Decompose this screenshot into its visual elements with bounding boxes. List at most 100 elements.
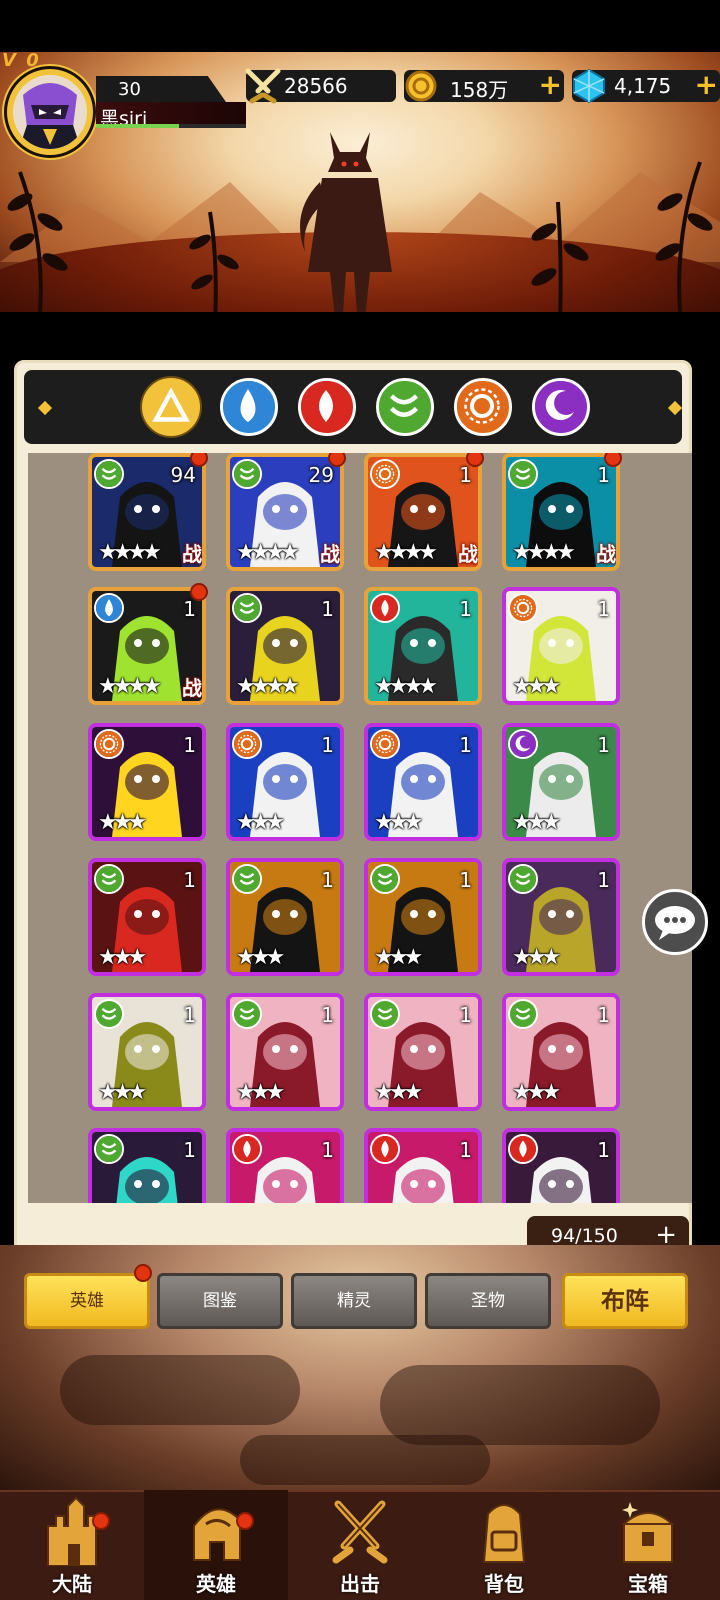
tab-2[interactable]: 精灵 xyxy=(291,1273,417,1329)
light-element-icon xyxy=(232,729,262,759)
hero-stars: ★★★★ xyxy=(98,674,162,699)
gold-coin-icon xyxy=(405,70,437,102)
fire-element-icon xyxy=(370,1134,400,1164)
hero-level: 1 xyxy=(459,868,472,892)
hero-stars: ★★★ xyxy=(512,945,561,970)
light-element-icon xyxy=(508,593,538,623)
hero-stars: ★★★★ xyxy=(374,674,438,699)
backpack-icon xyxy=(474,1496,534,1566)
hero-card[interactable]: 1 ★★★ xyxy=(364,993,482,1111)
hero-card[interactable]: 1 xyxy=(226,1128,344,1203)
water-element-icon xyxy=(94,593,124,623)
tab-0[interactable]: 英雄 xyxy=(24,1273,150,1329)
hero-card[interactable]: 29 ★★★★ 战 xyxy=(226,453,344,571)
gold-display: 158万 + xyxy=(404,69,564,102)
banner-bottom-band xyxy=(0,312,720,360)
moon-icon xyxy=(535,381,587,435)
light-element-icon xyxy=(370,459,400,489)
hero-card[interactable]: 1 xyxy=(88,1128,206,1203)
hero-stars: ★★★★ xyxy=(236,540,300,565)
rock-shadow xyxy=(60,1355,300,1425)
nav-item-2[interactable]: 出击 xyxy=(288,1490,432,1600)
hero-card[interactable]: 1 ★★★★ 战 xyxy=(502,453,620,571)
gem-value: 4,175 xyxy=(614,74,672,98)
wind-element-icon xyxy=(370,864,400,894)
element-filter-water[interactable] xyxy=(220,378,278,436)
nav-item-3[interactable]: 背包 xyxy=(432,1490,576,1600)
hero-stars: ★★★ xyxy=(236,1080,285,1105)
hero-level: 1 xyxy=(321,1138,334,1162)
tab-1[interactable]: 图鉴 xyxy=(157,1273,283,1329)
hero-card[interactable]: 1 ★★★★ xyxy=(364,587,482,705)
nav-item-0[interactable]: 大陆 xyxy=(0,1490,144,1600)
hero-level: 1 xyxy=(321,1003,334,1027)
hero-level: 1 xyxy=(597,868,610,892)
hero-card[interactable]: 1 ★★★ xyxy=(502,723,620,841)
hero-card[interactable]: 1 ★★★ xyxy=(226,993,344,1111)
crossed-swords-icon xyxy=(245,68,281,104)
hero-stars: ★★★ xyxy=(512,1080,561,1105)
hero-card[interactable]: 1 ★★★ xyxy=(502,993,620,1111)
hero-card[interactable]: 1 ★★★ xyxy=(364,858,482,976)
wind-element-icon xyxy=(94,459,124,489)
xp-bar xyxy=(96,124,246,128)
wind-element-icon xyxy=(232,999,262,1029)
hero-card[interactable]: 1 ★★★★ 战 xyxy=(364,453,482,571)
hero-card[interactable]: 1 xyxy=(502,1128,620,1203)
light-element-icon xyxy=(370,729,400,759)
chat-button[interactable] xyxy=(642,889,708,955)
element-filter-all[interactable] xyxy=(142,378,200,436)
nav-item-4[interactable]: 宝箱 xyxy=(576,1490,720,1600)
hero-card[interactable]: 94 ★★★★ 战 xyxy=(88,453,206,571)
plant-mid-right-icon xyxy=(531,201,589,312)
element-filter-wind[interactable] xyxy=(376,378,434,436)
player-avatar[interactable] xyxy=(4,66,96,158)
helmet-icon xyxy=(186,1496,246,1566)
avatar-portrait xyxy=(13,75,87,149)
hero-stars: ★★★★ xyxy=(236,674,300,699)
hero-card[interactable]: 1 xyxy=(364,1128,482,1203)
hero-card[interactable]: 1 ★★★ xyxy=(88,723,206,841)
hero-card[interactable]: 1 ★★★ xyxy=(364,723,482,841)
hero-stars: ★★★ xyxy=(512,674,561,699)
power-value: 28566 xyxy=(284,74,348,98)
hero-stars: ★★★ xyxy=(374,945,423,970)
in-battle-tag: 战 xyxy=(182,676,202,700)
hero-card[interactable]: 1 ★★★ xyxy=(226,723,344,841)
hero-card[interactable]: 1 ★★★★ 战 xyxy=(88,587,206,705)
fire-element-icon xyxy=(370,593,400,623)
element-filter-light[interactable] xyxy=(454,378,512,436)
hero-card[interactable]: 1 ★★★ xyxy=(226,858,344,976)
hero-level: 94 xyxy=(170,463,196,487)
tab-3[interactable]: 圣物 xyxy=(425,1273,551,1329)
hero-stars: ★★★★ xyxy=(512,540,576,565)
hero-level: 1 xyxy=(321,733,334,757)
wind-element-icon xyxy=(94,1134,124,1164)
dark-element-icon xyxy=(508,729,538,759)
add-gem-button[interactable]: + xyxy=(695,69,718,101)
hero-level: 1 xyxy=(597,1138,610,1162)
notification-dot xyxy=(236,1512,254,1530)
hero-level: 1 xyxy=(459,1003,472,1027)
xp-bar-fill xyxy=(96,124,179,128)
add-gold-button[interactable]: + xyxy=(539,69,562,101)
hero-stars: ★★★ xyxy=(98,945,147,970)
plant-mid-left-icon xyxy=(189,211,239,312)
wind-element-icon xyxy=(508,459,538,489)
wind-element-icon xyxy=(232,593,262,623)
hero-level: 1 xyxy=(183,733,196,757)
nav-item-1[interactable]: 英雄 xyxy=(144,1490,288,1600)
wind-element-icon xyxy=(232,459,262,489)
hero-card[interactable]: 1 ★★★ xyxy=(502,858,620,976)
gem-display: 4,175 + xyxy=(572,69,720,104)
hero-card[interactable]: 1 ★★★★ xyxy=(226,587,344,705)
tab-4[interactable]: 布阵 xyxy=(562,1273,688,1329)
element-filter-fire[interactable] xyxy=(298,378,356,436)
hero-level: 1 xyxy=(597,597,610,621)
hero-card[interactable]: 1 ★★★ xyxy=(88,858,206,976)
fire-icon xyxy=(301,381,353,435)
hero-card[interactable]: 1 ★★★ xyxy=(88,993,206,1111)
element-filter-dark[interactable] xyxy=(532,378,590,436)
hero-card[interactable]: 1 ★★★ xyxy=(502,587,620,705)
hero-level: 1 xyxy=(183,1138,196,1162)
